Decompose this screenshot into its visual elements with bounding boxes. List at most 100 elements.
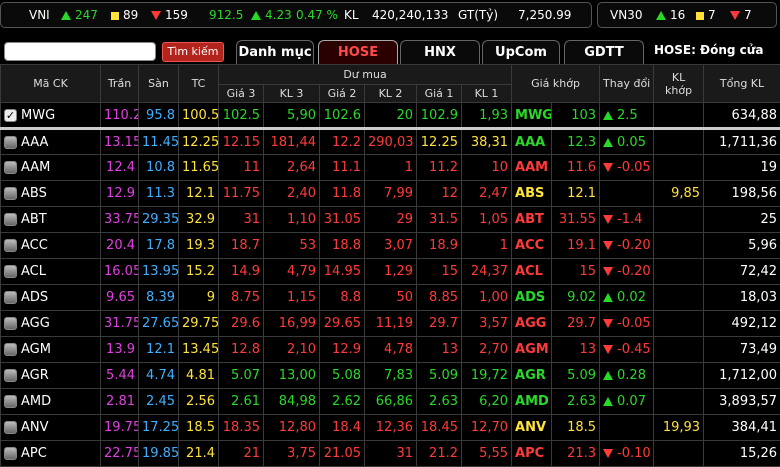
cell-tot: 73,49 — [704, 337, 780, 363]
checkbox-icon[interactable] — [4, 369, 17, 382]
cell-change: -0.20 — [600, 233, 654, 259]
cell-mp: 11.6 — [552, 155, 600, 181]
table-row[interactable]: ACL16.0513.9515.214.94,7914.951,291524,3… — [1, 259, 780, 285]
header-bid-col[interactable]: Giá 2 — [320, 85, 365, 103]
cell-symbol[interactable]: ACC — [1, 233, 101, 259]
header-total-vol[interactable]: Tổng KL — [704, 65, 780, 103]
table-row[interactable]: ABS12.911.312.111.752,4011.87,99122,47AB… — [1, 181, 780, 207]
search-input[interactable] — [4, 42, 156, 61]
header-bid-col[interactable]: Giá 3 — [219, 85, 264, 103]
vni-kl-label: KL — [344, 8, 372, 22]
table-row[interactable]: ADS9.658.3998.751,158.8508.851,00ADS9.02… — [1, 285, 780, 311]
cell-g1: 8.85 — [417, 285, 462, 311]
header-bid-col[interactable]: KL 1 — [462, 85, 512, 103]
symbol-label: AAM — [21, 160, 50, 175]
arrow-up-icon — [251, 11, 261, 20]
table-row[interactable]: AGR5.444.744.815.0713,005.087,835.0919,7… — [1, 363, 780, 389]
cell-g3: 29.6 — [219, 311, 264, 337]
cell-symbol[interactable]: APC — [1, 441, 101, 467]
checkbox-checked-icon[interactable]: ✓ — [4, 109, 17, 122]
cell-k1: 12,70 — [462, 415, 512, 441]
symbol-label: AGM — [21, 342, 51, 357]
cell-sym: ABS — [512, 181, 552, 207]
cell-san: 11.45 — [139, 129, 179, 155]
table-row[interactable]: AGG31.7527.6529.7529.616,9929.6511,1929.… — [1, 311, 780, 337]
checkbox-icon[interactable] — [4, 317, 17, 330]
cell-g1: 18.9 — [417, 233, 462, 259]
header-ceiling[interactable]: Trần — [101, 65, 139, 103]
checkbox-icon[interactable] — [4, 213, 17, 226]
cell-sym: AGM — [512, 337, 552, 363]
cell-change: -0.20 — [600, 259, 654, 285]
table-row[interactable]: AAM12.410.811.65112,6411.1111.210AAM11.6… — [1, 155, 780, 181]
tab-hnx[interactable]: HNX — [400, 40, 480, 64]
header-match-price[interactable]: Giá khớp — [512, 65, 600, 103]
cell-symbol[interactable]: AGR — [1, 363, 101, 389]
symbol-label: MWG — [21, 108, 55, 123]
checkbox-icon[interactable] — [4, 136, 17, 149]
cell-sym: AGG — [512, 311, 552, 337]
cell-symbol[interactable]: ADS — [1, 285, 101, 311]
header-bid-col[interactable]: KL 3 — [264, 85, 320, 103]
header-symbol[interactable]: Mã CK — [1, 65, 101, 103]
cell-k2: 11,19 — [365, 311, 417, 337]
cell-symbol[interactable]: AAA — [1, 129, 101, 155]
cell-tc: 13.45 — [179, 337, 219, 363]
header-floor[interactable]: Sàn — [139, 65, 179, 103]
cell-g3: 18.7 — [219, 233, 264, 259]
checkbox-icon[interactable] — [4, 161, 17, 174]
cell-tot: 72,42 — [704, 259, 780, 285]
vn30-down-count: 7 — [744, 8, 752, 22]
cell-tran: 9.65 — [101, 285, 139, 311]
checkbox-icon[interactable] — [4, 395, 17, 408]
header-change[interactable]: Thay đổi — [600, 65, 654, 103]
header-bid-col[interactable]: Giá 1 — [417, 85, 462, 103]
cell-tot: 3,893,57 — [704, 389, 780, 415]
table-row[interactable]: ✓MWG110.295.8100.5102.55,90102.620102.91… — [1, 103, 780, 129]
cell-symbol[interactable]: AGM — [1, 337, 101, 363]
cell-g2: 29.65 — [320, 311, 365, 337]
cell-change: 0.05 — [600, 129, 654, 155]
table-row[interactable]: AMD2.812.452.562.6184,982.6266,862.636,2… — [1, 389, 780, 415]
cell-k1: 19,72 — [462, 363, 512, 389]
checkbox-icon[interactable] — [4, 187, 17, 200]
tab-danh-muc[interactable]: Danh mục — [236, 40, 314, 64]
cell-tc: 11.65 — [179, 155, 219, 181]
checkbox-icon[interactable] — [4, 265, 17, 278]
search-button[interactable]: Tìm kiếm — [162, 42, 224, 62]
table-row[interactable]: AAA13.1511.4512.2512.15181,4412.2290,031… — [1, 129, 780, 155]
cell-symbol[interactable]: ✓ MWG — [1, 103, 101, 129]
table-row[interactable]: ACC20.417.819.318.75318.83,0718.91ACC19.… — [1, 233, 780, 259]
cell-g2: 18.8 — [320, 233, 365, 259]
cell-symbol[interactable]: ABT — [1, 207, 101, 233]
table-row[interactable]: ANV19.7517.2518.518.3512,8018.412,3618.4… — [1, 415, 780, 441]
cell-symbol[interactable]: AMD — [1, 389, 101, 415]
cell-mp: 31.55 — [552, 207, 600, 233]
table-row[interactable]: APC22.7519.8521.4213,7521.053121.25,55AP… — [1, 441, 780, 467]
cell-k3: 2,40 — [264, 181, 320, 207]
checkbox-icon[interactable] — [4, 447, 17, 460]
tab-hose[interactable]: HOSE — [318, 40, 398, 64]
arrow-down-icon — [730, 11, 740, 20]
checkbox-icon[interactable] — [4, 291, 17, 304]
cell-change: -1.4 — [600, 207, 654, 233]
header-bid-col[interactable]: KL 2 — [365, 85, 417, 103]
tab-gdtt[interactable]: GDTT — [564, 40, 644, 64]
cell-symbol[interactable]: ACL — [1, 259, 101, 285]
cell-tran: 33.75 — [101, 207, 139, 233]
cell-san: 27.65 — [139, 311, 179, 337]
table-row[interactable]: ABT33.7529.3532.9311,1031.052931.51,05AB… — [1, 207, 780, 233]
cell-sym: ABT — [512, 207, 552, 233]
header-match-vol[interactable]: KL khớp — [654, 65, 704, 103]
tab-upcom[interactable]: UpCom — [482, 40, 560, 64]
table-row[interactable]: AGM13.912.113.4512.82,1012.94,78132,70AG… — [1, 337, 780, 363]
cell-symbol[interactable]: ANV — [1, 415, 101, 441]
cell-symbol[interactable]: ABS — [1, 181, 101, 207]
cell-symbol[interactable]: AAM — [1, 155, 101, 181]
checkbox-icon[interactable] — [4, 343, 17, 356]
cell-san: 12.1 — [139, 337, 179, 363]
cell-symbol[interactable]: AGG — [1, 311, 101, 337]
checkbox-icon[interactable] — [4, 239, 17, 252]
header-ref[interactable]: TC — [179, 65, 219, 103]
checkbox-icon[interactable] — [4, 421, 17, 434]
